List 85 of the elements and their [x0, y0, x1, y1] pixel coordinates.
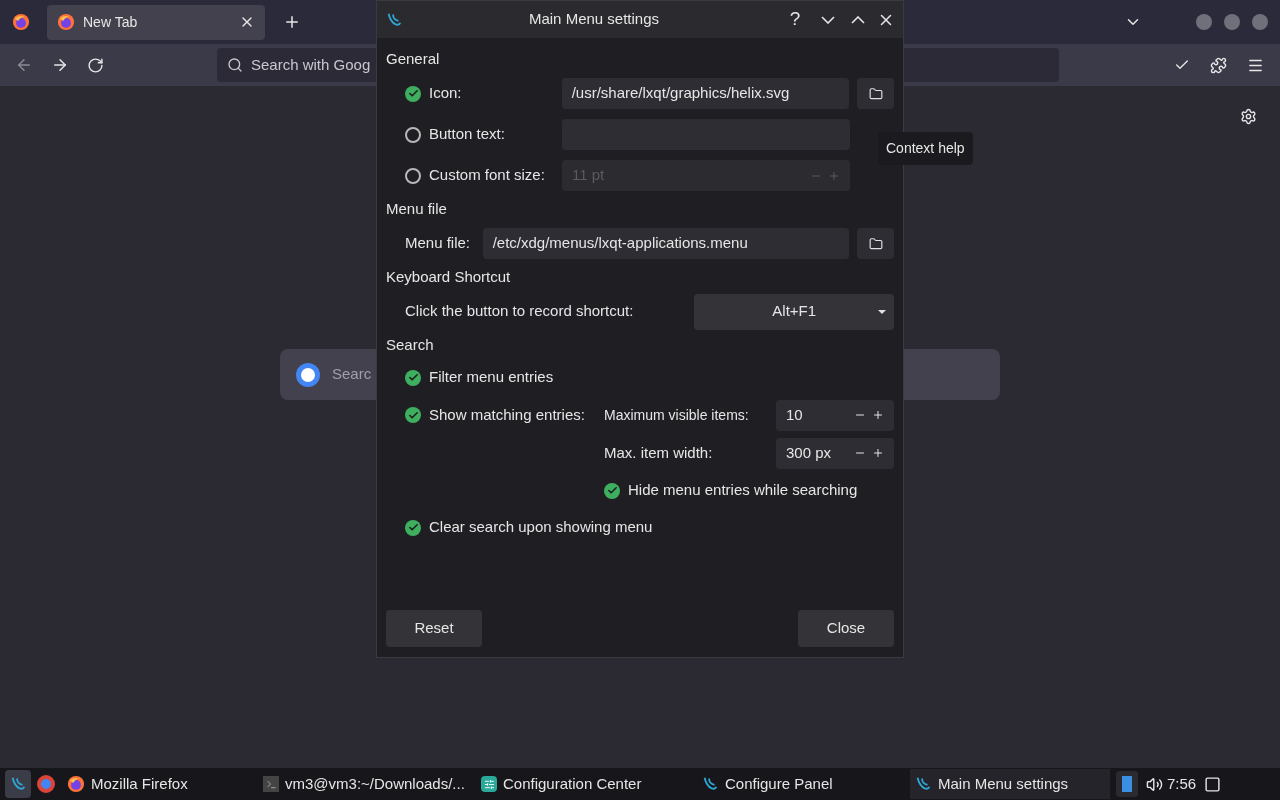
increment-icon — [828, 169, 840, 182]
menu-file-label: Menu file: — [405, 233, 472, 254]
taskbar-task[interactable]: vm3@vm3:~/Downloads/... — [259, 769, 477, 799]
search-icon — [227, 57, 243, 73]
section-title: Keyboard Shortcut — [386, 267, 512, 288]
checked-checkbox[interactable] — [405, 519, 421, 536]
checked-checkbox[interactable] — [604, 482, 620, 499]
address-placeholder: Search with Goog — [251, 54, 371, 75]
task-label: vm3@vm3:~/Downloads/... — [285, 773, 465, 794]
checkmark-icon — [407, 88, 419, 99]
checked-checkbox[interactable] — [405, 369, 421, 386]
new-tab-icon — [283, 13, 301, 31]
settings-icon — [481, 776, 497, 792]
dialog-button[interactable]: Reset — [386, 610, 482, 647]
taskbar-task[interactable]: Mozilla Firefox — [63, 769, 259, 799]
menu-file-field[interactable]: /etc/xdg/menus/lxqt-applications.menu — [482, 228, 849, 259]
close-button[interactable] — [1252, 14, 1268, 30]
max-width-label: Max. item width: — [604, 442, 714, 463]
option-label: Custom font size: — [429, 165, 546, 186]
minimize-icon[interactable] — [821, 15, 835, 24]
option-label: Button text: — [429, 124, 506, 145]
tooltip: Context help — [878, 132, 973, 165]
back-icon — [15, 56, 33, 74]
task-label: Configuration Center — [503, 773, 642, 794]
folder-icon — [868, 236, 883, 251]
spin-value: 300 px — [786, 442, 833, 463]
settings-icon — [1240, 108, 1257, 125]
forward-icon — [51, 56, 69, 74]
increment-icon — [872, 447, 884, 459]
maximize-icon[interactable] — [851, 15, 865, 24]
checked-checkbox[interactable] — [405, 407, 421, 423]
task-label: Configure Panel — [725, 773, 833, 794]
checkmark-icon — [407, 409, 419, 421]
taskbar-task[interactable]: Main Menu settings — [910, 769, 1110, 799]
window-title: Main Menu settings — [527, 9, 661, 30]
firefox-icon — [57, 13, 75, 31]
checkmark-icon — [407, 522, 419, 533]
checkbox-label: Filter menu entries — [429, 367, 554, 388]
checkmark-icon — [606, 485, 618, 496]
checkbox-label: Clear search upon showing menu — [429, 517, 653, 538]
dialog-button[interactable]: Close — [798, 610, 894, 647]
show-desktop-icon — [1204, 775, 1222, 793]
increment-icon — [872, 409, 884, 421]
unchecked-checkbox[interactable] — [405, 126, 421, 143]
shortcut-label: Click the button to record shortcut: — [405, 301, 635, 322]
browse-button[interactable] — [857, 228, 894, 259]
spin-box[interactable]: 10 — [776, 399, 894, 431]
browse-button[interactable] — [857, 78, 894, 109]
minimize-button[interactable] — [1196, 14, 1212, 30]
firefox-menu-icon — [12, 13, 30, 31]
extensions-icon — [1210, 56, 1227, 74]
task-label: Mozilla Firefox — [91, 773, 188, 794]
checked-checkbox[interactable] — [405, 85, 421, 102]
spin-box[interactable]: 300 px — [776, 437, 894, 469]
help-button[interactable]: ? — [785, 5, 805, 34]
helix-icon — [914, 775, 932, 793]
page-search-placeholder: Searc — [332, 364, 372, 385]
section-title: General — [386, 49, 441, 70]
browser-tab[interactable]: New Tab — [47, 4, 265, 40]
terminal-icon — [263, 776, 279, 792]
section-title: Search — [386, 335, 435, 356]
firefox-icon — [67, 775, 85, 793]
option-label: Icon: — [429, 83, 463, 104]
taskbar-task[interactable]: Configure Panel — [697, 769, 910, 799]
checkbox-label: Show matching entries: — [429, 404, 586, 425]
taskbar-task[interactable]: Configuration Center — [477, 769, 697, 799]
volume-icon — [1146, 775, 1163, 793]
tab-title: New Tab — [83, 12, 139, 32]
maximize-button[interactable] — [1224, 14, 1240, 30]
start-menu-button[interactable] — [5, 770, 31, 798]
checkmark-icon — [407, 372, 419, 383]
text-field[interactable]: /usr/share/lxqt/graphics/helix.svg — [561, 78, 849, 109]
spin-value: 10 — [786, 404, 804, 425]
dropdown-arrow-icon — [878, 309, 886, 314]
helix-icon — [701, 775, 719, 793]
max-visible-label: Maximum visible items: — [604, 405, 750, 425]
folder-icon — [868, 86, 883, 101]
section-title: Menu file — [386, 199, 448, 220]
removable-drive-icon[interactable] — [1116, 771, 1138, 797]
task-label: Main Menu settings — [938, 773, 1069, 794]
clock[interactable]: 7:56 — [1167, 772, 1197, 796]
checkbox-label: Hide menu entries while searching — [628, 480, 858, 501]
shortcut-button[interactable]: Alt+F1 — [694, 293, 894, 330]
helix-icon — [9, 775, 27, 793]
reload-icon — [87, 56, 104, 74]
